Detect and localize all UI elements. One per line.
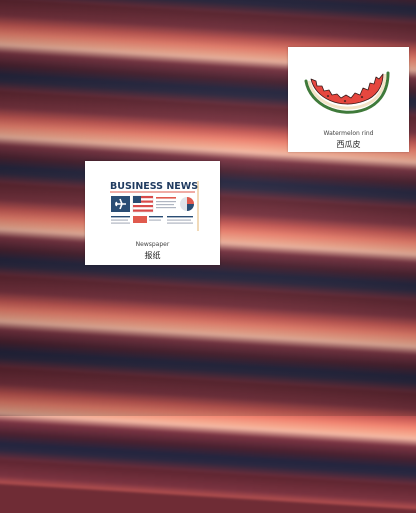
watermelon-rind-icon <box>304 71 390 114</box>
newspaper-card[interactable]: BUSINESS NEWS Newspaper 报纸 <box>85 161 220 265</box>
newspaper-label-en: Newspaper <box>135 241 170 248</box>
watermelon-rind-card[interactable]: Watermelon rind 西瓜皮 <box>288 47 409 152</box>
watermelon-rind-label-en: Watermelon rind <box>323 130 374 137</box>
newspaper-label-zh: 报纸 <box>144 251 161 260</box>
newspaper-icon: BUSINESS NEWS <box>110 181 199 231</box>
newspaper-headline: BUSINESS NEWS <box>110 181 198 192</box>
watermelon-rind-label-zh: 西瓜皮 <box>336 140 361 149</box>
